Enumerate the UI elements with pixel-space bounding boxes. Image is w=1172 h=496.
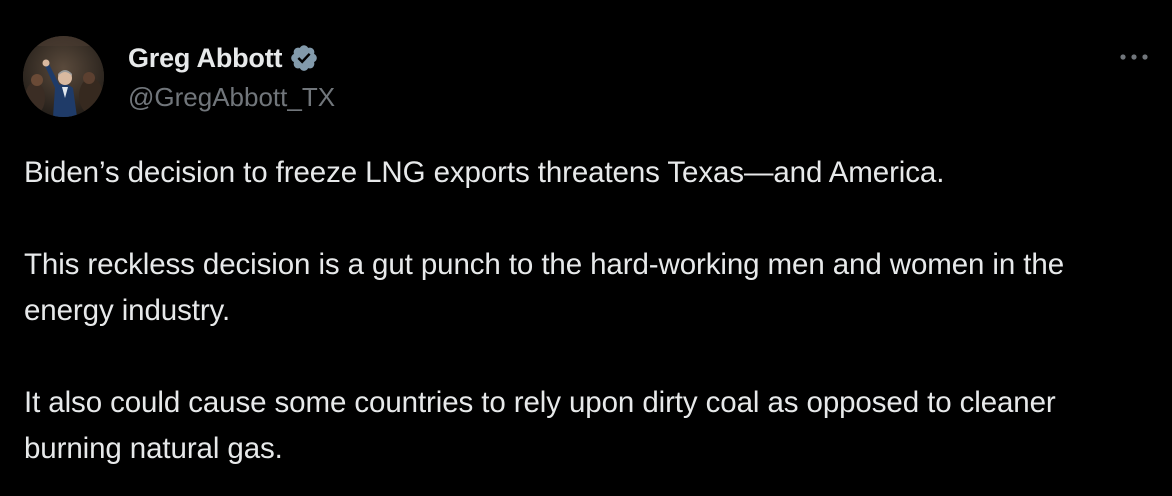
tweet-paragraph: This reckless decision is a gut punch to… <box>24 248 1064 327</box>
avatar[interactable] <box>23 36 104 117</box>
avatar-photo-icon <box>23 36 104 117</box>
tweet-paragraph: Biden’s decision to freeze LNG exports t… <box>24 156 945 189</box>
tweet-paragraph: It also could cause some countries to re… <box>24 386 1056 465</box>
more-horizontal-icon <box>1120 54 1148 60</box>
tweet-header: Greg Abbott @GregAbbott_TX <box>128 38 335 113</box>
verified-badge-icon[interactable] <box>289 43 319 73</box>
display-name[interactable]: Greg Abbott <box>128 43 282 74</box>
tweet-card: Greg Abbott @GregAbbott_TX Biden’s decis… <box>0 0 1172 496</box>
more-options-button[interactable] <box>1116 46 1152 68</box>
tweet-text: Biden’s decision to freeze LNG exports t… <box>24 150 1154 472</box>
user-handle[interactable]: @GregAbbott_TX <box>128 82 335 113</box>
name-row: Greg Abbott <box>128 38 335 78</box>
